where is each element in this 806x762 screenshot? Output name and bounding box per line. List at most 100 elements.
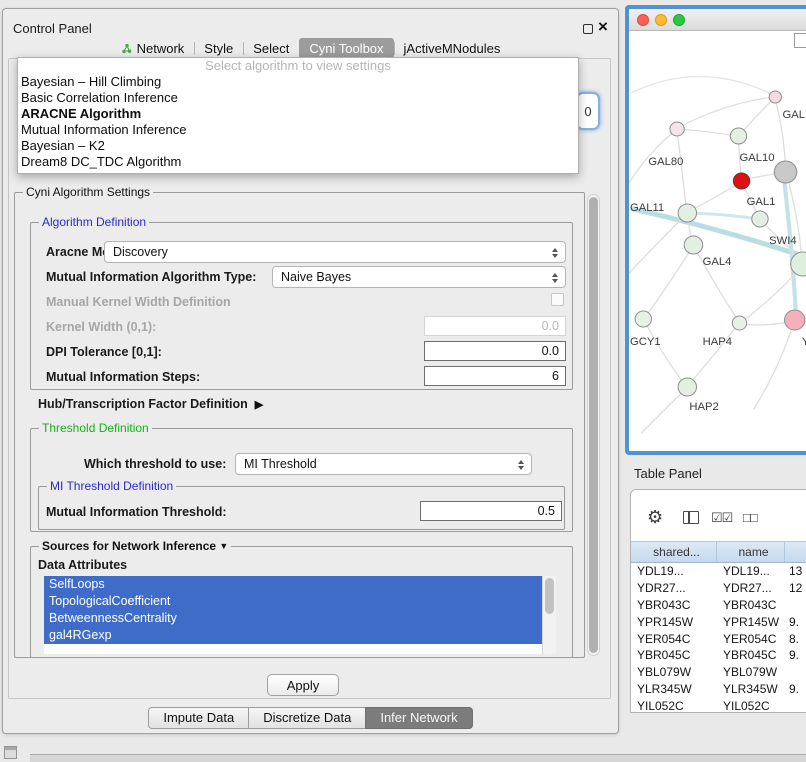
- select-columns-icon[interactable]: [683, 511, 699, 524]
- float-window-icon[interactable]: [583, 24, 593, 34]
- table-cell[interactable]: 9.: [785, 615, 806, 629]
- scrollbar-thumb[interactable]: [545, 578, 554, 614]
- table-cell[interactable]: YDL19...: [717, 564, 785, 578]
- network-edge[interactable]: [645, 247, 692, 317]
- zoom-traffic-light[interactable]: [673, 14, 685, 26]
- table-cell[interactable]: YBR045C: [717, 648, 785, 662]
- network-node[interactable]: [752, 211, 768, 227]
- deselect-all-icon[interactable]: □□: [743, 510, 757, 525]
- network-edge[interactable]: [633, 209, 806, 257]
- close-icon[interactable]: ×: [598, 17, 608, 37]
- table-row[interactable]: YLR345W YLR345W 9.: [631, 681, 806, 698]
- algorithm-option[interactable]: Mutual Information Inference: [18, 122, 578, 138]
- attribute-item[interactable]: SelfLoops: [44, 576, 542, 593]
- attributes-scrollbar[interactable]: [542, 576, 556, 654]
- table-row[interactable]: YIL052C YIL052C: [631, 697, 806, 712]
- minimize-traffic-light[interactable]: [655, 14, 667, 26]
- table-cell[interactable]: 9.: [785, 648, 806, 662]
- column-header-name[interactable]: name: [717, 542, 785, 562]
- algorithm-option[interactable]: Bayesian – K2: [18, 138, 578, 154]
- table-cell[interactable]: YLR345W: [717, 682, 785, 696]
- tab-select[interactable]: Select: [243, 38, 299, 59]
- mi-type-select[interactable]: Naive Bayes: [272, 266, 566, 288]
- table-cell[interactable]: YBL079W: [631, 665, 717, 679]
- table-row[interactable]: YDL19... YDL19... 13: [631, 563, 806, 580]
- network-node[interactable]: [732, 316, 746, 330]
- network-node[interactable]: [670, 122, 684, 136]
- table-cell[interactable]: YER054C: [631, 632, 717, 646]
- algorithm-option[interactable]: ARACNE Algorithm: [18, 106, 578, 122]
- algorithm-option[interactable]: Dream8 DC_TDC Algorithm: [18, 154, 578, 170]
- algorithm-option[interactable]: Basic Correlation Inference: [18, 90, 578, 106]
- network-canvas[interactable]: GALGAL80GAL10GAL11GAL1SWI4GAL4GCY1HAP4YH…: [629, 31, 806, 451]
- tab-network[interactable]: Network: [111, 38, 195, 59]
- table-cell[interactable]: YDR27...: [717, 581, 785, 595]
- network-edge[interactable]: [689, 183, 739, 211]
- settings-scrollbar[interactable]: [587, 194, 600, 656]
- table-cell[interactable]: YBL079W: [717, 665, 785, 679]
- network-node[interactable]: [635, 311, 651, 327]
- attribute-item[interactable]: gal4RGexp: [44, 627, 542, 644]
- table-cell[interactable]: YBR045C: [631, 648, 717, 662]
- close-traffic-light[interactable]: [637, 14, 649, 26]
- table-row[interactable]: YBL079W YBL079W: [631, 664, 806, 681]
- network-edge[interactable]: [629, 215, 685, 273]
- network-edge[interactable]: [754, 322, 794, 409]
- table-cell[interactable]: YPR145W: [717, 615, 785, 629]
- tab-style[interactable]: Style: [194, 38, 243, 59]
- network-node[interactable]: [733, 173, 749, 189]
- table-row[interactable]: YBR045C YBR045C 9.: [631, 647, 806, 664]
- network-edge[interactable]: [687, 213, 758, 219]
- tab-infer-network[interactable]: Infer Network: [365, 707, 472, 729]
- attribute-item[interactable]: TopologicalCoefficient: [44, 593, 542, 610]
- network-edge[interactable]: [688, 325, 737, 385]
- tab-cyni-toolbox[interactable]: Cyni Toolbox: [299, 38, 393, 59]
- table-cell[interactable]: YER054C: [717, 632, 785, 646]
- network-node[interactable]: [684, 236, 702, 254]
- network-edge[interactable]: [677, 131, 686, 209]
- table-cell[interactable]: YPR145W: [631, 615, 717, 629]
- hub-definition-expander[interactable]: Hub/Transcription Factor Definition ▶: [38, 397, 263, 411]
- network-node[interactable]: [678, 378, 696, 396]
- column-header-shared[interactable]: shared...: [631, 542, 717, 562]
- dpi-tolerance-field[interactable]: 0.0: [424, 341, 566, 361]
- table-row[interactable]: YPR145W YPR145W 9.: [631, 613, 806, 630]
- table-row[interactable]: YER054C YER054C 8.: [631, 630, 806, 647]
- tab-jactivemnodules[interactable]: jActiveMNodules: [394, 38, 511, 59]
- table-cell[interactable]: YBR043C: [717, 598, 785, 612]
- network-window-titlebar[interactable]: [629, 9, 806, 31]
- tab-impute-data[interactable]: Impute Data: [148, 707, 249, 729]
- attribute-item[interactable]: BetweennessCentrality: [44, 610, 542, 627]
- aracne-mode-select[interactable]: Discovery: [104, 241, 566, 263]
- select-all-icon[interactable]: ☑☑: [711, 510, 732, 526]
- mi-threshold-field[interactable]: 0.5: [420, 501, 562, 521]
- network-node[interactable]: [774, 161, 797, 183]
- network-node[interactable]: [730, 128, 746, 144]
- apply-button[interactable]: Apply: [267, 674, 339, 696]
- network-node[interactable]: [678, 204, 696, 222]
- table-cell[interactable]: YDR27...: [631, 581, 717, 595]
- scrollbar-thumb[interactable]: [589, 197, 598, 653]
- gear-icon[interactable]: ⚙: [647, 507, 663, 528]
- table-cell[interactable]: YBR043C: [631, 598, 717, 612]
- tab-discretize-data[interactable]: Discretize Data: [248, 707, 366, 729]
- which-threshold-select[interactable]: MI Threshold: [235, 453, 532, 475]
- column-header-extra[interactable]: [785, 542, 806, 562]
- algorithm-option[interactable]: Bayesian – Hill Climbing: [18, 74, 578, 90]
- table-row[interactable]: YDR27... YDR27... 12: [631, 580, 806, 597]
- collapse-arrow-icon[interactable]: ▼: [219, 541, 228, 551]
- network-edge[interactable]: [631, 76, 773, 95]
- network-node[interactable]: [785, 310, 805, 330]
- network-edge[interactable]: [741, 99, 774, 134]
- table-cell[interactable]: 12: [785, 581, 806, 595]
- network-edge[interactable]: [679, 97, 773, 127]
- table-cell[interactable]: YLR345W: [631, 682, 717, 696]
- hub-count-spinner[interactable]: 0: [576, 92, 600, 130]
- network-edge[interactable]: [644, 321, 685, 385]
- table-cell[interactable]: 9.: [785, 682, 806, 696]
- table-cell[interactable]: 8.: [785, 632, 806, 646]
- table-row[interactable]: YBR043C YBR043C: [631, 597, 806, 614]
- mi-steps-field[interactable]: 6: [424, 366, 566, 386]
- table-cell[interactable]: YIL052C: [631, 699, 717, 712]
- collapsed-panel-icon[interactable]: [4, 746, 17, 759]
